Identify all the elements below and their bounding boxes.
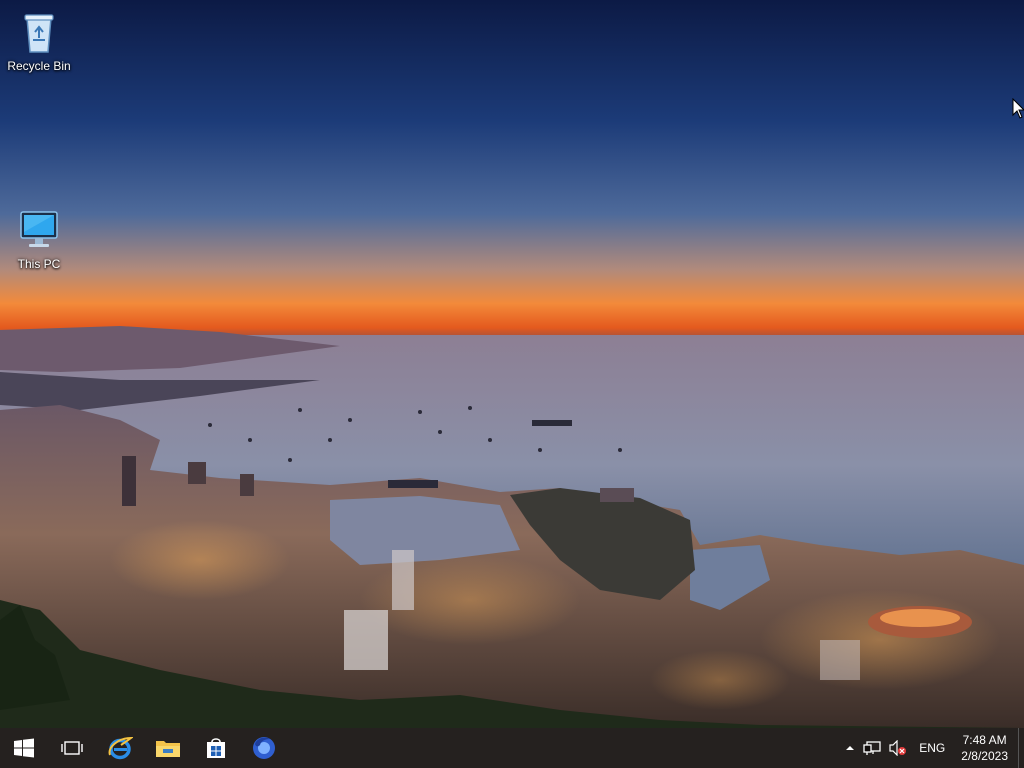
desktop-icon-label: Recycle Bin [7, 59, 71, 73]
task-view-button[interactable] [48, 728, 96, 768]
taskbar: ENG 7:48 AM 2/8/2023 [0, 728, 1024, 768]
firefox-button[interactable] [240, 728, 288, 768]
file-explorer-button[interactable] [144, 728, 192, 768]
volume-button[interactable] [885, 728, 911, 768]
volume-muted-icon [889, 740, 907, 756]
system-tray: ENG 7:48 AM 2/8/2023 [841, 728, 1024, 768]
mouse-cursor-icon [1012, 98, 1024, 119]
language-label: ENG [919, 741, 946, 755]
task-view-icon [61, 741, 83, 755]
file-explorer-icon [156, 741, 180, 757]
firefox-icon [253, 737, 275, 759]
start-button[interactable] [0, 728, 48, 768]
network-button[interactable] [859, 728, 885, 768]
chevron-up-icon [846, 746, 855, 750]
desktop: Recycle Bin This PC ENG 7:48 AM 2/8/2023 [0, 0, 1024, 768]
clock-time: 7:48 AM [962, 733, 1007, 747]
store-icon [207, 738, 225, 758]
desktop-icon-recycle-bin[interactable]: Recycle Bin [1, 8, 77, 73]
network-icon [863, 741, 881, 755]
show-desktop-button[interactable] [1018, 728, 1024, 768]
wallpaper [0, 0, 1024, 728]
show-hidden-icons-button[interactable] [841, 728, 859, 768]
windows-logo-icon [14, 738, 34, 758]
recycle-bin-icon [24, 14, 54, 53]
clock-date: 2/8/2023 [961, 749, 1008, 763]
store-button[interactable] [192, 728, 240, 768]
this-pc-icon [20, 211, 58, 247]
clock-button[interactable]: 7:48 AM 2/8/2023 [953, 732, 1018, 764]
desktop-icon-this-pc[interactable]: This PC [1, 206, 77, 271]
internet-explorer-icon [108, 736, 133, 760]
desktop-icon-label: This PC [17, 257, 61, 271]
input-language-indicator[interactable]: ENG [911, 728, 953, 768]
internet-explorer-button[interactable] [96, 728, 144, 768]
